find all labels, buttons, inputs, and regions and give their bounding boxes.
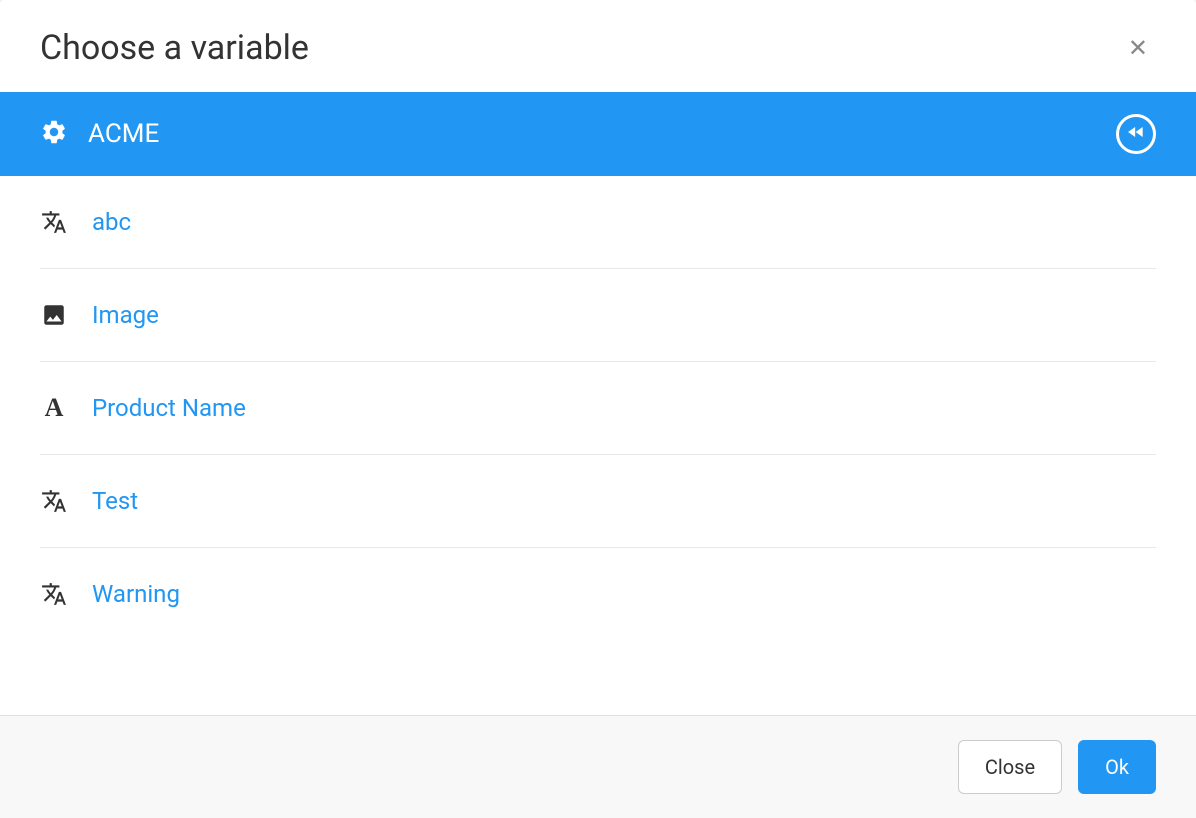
variable-item-image[interactable]: Image xyxy=(40,269,1156,362)
variable-label: Warning xyxy=(92,580,180,608)
translate-icon xyxy=(40,580,68,608)
category-bar: ACME xyxy=(0,92,1196,176)
variable-item-abc[interactable]: abc xyxy=(40,176,1156,269)
variable-item-test[interactable]: Test xyxy=(40,455,1156,548)
close-icon[interactable]: ✕ xyxy=(1120,32,1156,64)
variable-label: abc xyxy=(92,208,131,236)
modal-header: Choose a variable ✕ xyxy=(0,0,1196,92)
modal-footer: Close Ok xyxy=(0,715,1196,818)
variable-item-product-name[interactable]: A Product Name xyxy=(40,362,1156,455)
font-icon: A xyxy=(40,394,68,422)
rewind-button[interactable] xyxy=(1116,114,1156,154)
close-button[interactable]: Close xyxy=(958,740,1062,794)
variable-list: abc Image A Product Name Test Warning xyxy=(0,176,1196,715)
modal-title: Choose a variable xyxy=(40,28,309,68)
ok-button[interactable]: Ok xyxy=(1078,740,1156,794)
rewind-icon xyxy=(1126,122,1146,146)
image-icon xyxy=(40,301,68,329)
variable-item-warning[interactable]: Warning xyxy=(40,548,1156,640)
gear-icon xyxy=(40,118,68,150)
choose-variable-modal: Choose a variable ✕ ACME abc Image xyxy=(0,0,1196,818)
category-left: ACME xyxy=(40,118,159,150)
translate-icon xyxy=(40,487,68,515)
variable-label: Product Name xyxy=(92,394,246,422)
category-label: ACME xyxy=(88,119,159,149)
variable-label: Image xyxy=(92,301,159,329)
variable-label: Test xyxy=(92,487,138,515)
translate-icon xyxy=(40,208,68,236)
